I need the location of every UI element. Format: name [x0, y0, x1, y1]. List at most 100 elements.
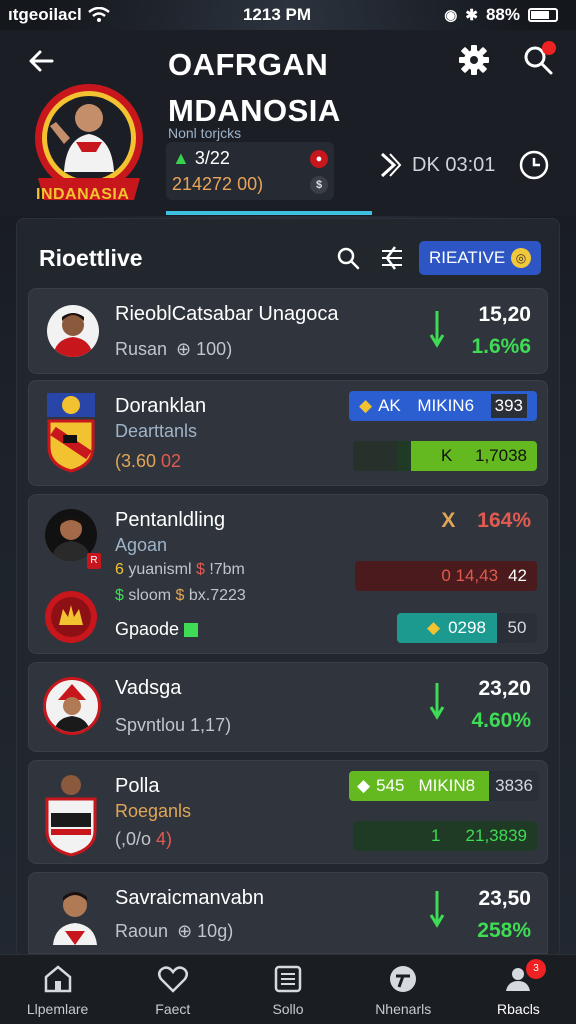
nav-home[interactable]: Llpemlare [0, 955, 115, 1024]
nav-favorites[interactable]: Faect [115, 955, 230, 1024]
player-avatar [43, 677, 101, 735]
player-value: 23,50 [478, 887, 531, 910]
team-name: Polla [115, 775, 160, 797]
odds-teal-text: 0298 [448, 618, 486, 637]
team-sub-2: (3.60 02 [115, 451, 181, 472]
percent-x: X [441, 509, 456, 532]
player-percent: 4.60% [471, 709, 531, 732]
nav-referee-label: Nhenarls [375, 1001, 432, 1017]
extra-label-text: Gpaode [115, 619, 180, 639]
filter-icon[interactable] [379, 245, 405, 271]
back-arrow-icon[interactable] [26, 46, 56, 76]
panel-title: Rioettlive [39, 245, 143, 271]
stat-total: 214272 00) [172, 174, 264, 194]
list-item[interactable]: Savraicmanvabn Raoun ⊕ 10g) 23,50 258% [28, 872, 548, 954]
stat-row-2-a: sloom [128, 587, 172, 604]
diamond-icon: ◆ [357, 776, 371, 795]
share-icon[interactable] [378, 150, 402, 180]
team-title-line1: OAFRGAN [168, 47, 329, 82]
status-right: ◉ ✱ 88% [444, 5, 558, 25]
odds-left-label: AK [378, 396, 401, 415]
team-sub: Dearttanls [115, 421, 198, 441]
odds-left-label: 545 [376, 776, 405, 795]
list-item[interactable]: Polla Roeganls (,0/o 4) ◆ 545 MIKIN8 383… [28, 760, 548, 864]
odds-right: MIKIN8 [418, 776, 476, 795]
nav-home-label: Llpemlare [26, 1001, 89, 1017]
player-name: Pentanldling [115, 509, 226, 531]
odds-green-icon: K [441, 446, 453, 465]
arrow-down-icon [429, 891, 445, 928]
team-crest-graphic [45, 775, 97, 857]
odds-red-val: 42 [508, 566, 527, 585]
team-sub: Roeganls [115, 801, 192, 821]
gear-icon[interactable] [458, 44, 490, 76]
nav-favorites-label: Faect [155, 1001, 191, 1017]
arrow-down-icon [429, 311, 445, 348]
status-left: ıtgeoilacl [8, 5, 110, 25]
coin-icon: $ [310, 176, 328, 194]
player-sub-label: Rusan [115, 339, 168, 359]
green-square-icon [184, 623, 199, 638]
list-icon [274, 965, 302, 993]
extra-label: Gpaode [115, 619, 199, 640]
arrow-up-icon: ▲ [172, 148, 190, 168]
player-avatar-graphic [53, 313, 93, 357]
match-time-text: DK 03:01 [412, 153, 496, 176]
team-sub-2-value: (3.60 [115, 451, 157, 471]
stat-row-2-mid: $ [175, 587, 185, 604]
list-item[interactable]: Vadsga Spvntlou 1,17) 23,20 4.60% [28, 662, 548, 752]
odds-green-value: 1,7038 [475, 446, 527, 465]
realtime-button[interactable]: RIEATIVE ◎ [419, 241, 541, 275]
stat-row-1-b: !7bm [209, 561, 245, 578]
team-logo: INDANASIA [34, 82, 144, 222]
percent-label: X 164% [441, 509, 531, 533]
coin-icon: ◎ [511, 248, 531, 268]
stat-row-2-icon: $ [115, 587, 124, 604]
odds-pill-green[interactable]: ◆ 545 MIKIN8 3836 [349, 771, 539, 801]
odds-pill-red[interactable]: 0 14,43 42 [355, 561, 537, 591]
player-avatar-graphic [53, 892, 97, 945]
team-crest-graphic [47, 393, 95, 473]
red-card-icon: R [87, 553, 101, 569]
battery-percent: 88% [485, 5, 520, 24]
list-item[interactable]: Doranklan Dearttanls (3.60 02 ◆ AK MIKIN… [28, 380, 548, 486]
team-sub-2: (,0/o 4) [115, 829, 172, 850]
panel-search-icon[interactable] [335, 245, 361, 271]
odds-teal-icon: ◆ [427, 618, 441, 637]
ball-icon: ⊕ [176, 339, 192, 359]
bluetooth-icon: ✱ [465, 7, 478, 24]
stat-row-2: $ sloom $ bx.7223 [115, 587, 246, 605]
team-sub-2-red: 02 [161, 451, 182, 471]
odds-green-icon: 1 [431, 826, 441, 845]
wifi-icon [87, 7, 110, 22]
odds-pill-green[interactable]: K 1,7038 [353, 441, 537, 471]
odds-pill-dark-green[interactable]: 1 21,3839 [353, 821, 537, 851]
status-time: 1213 PM [242, 5, 312, 24]
odds-left: ◆ 545 [357, 776, 404, 796]
nav-profile-label: Rbacls [497, 1001, 540, 1017]
list-item[interactable]: R Pentanldling Agoan 6 yuanisml $ !7bm $… [28, 494, 548, 654]
stat-row-1: 6 yuanisml $ !7bm [115, 561, 245, 579]
list-item[interactable]: RieoblCatsabar Unagoca Rusan ⊕ 100) 15,2… [28, 288, 548, 374]
odds-green-value: 21,3839 [465, 826, 527, 845]
stat-row-1-icon: 6 [115, 561, 124, 578]
nav-profile-badge: 3 [526, 959, 547, 979]
odds-right: MIKIN6 [417, 396, 475, 415]
odds-val: 393 [490, 394, 527, 418]
player-name: Vadsga [115, 677, 182, 699]
percent-value: 164% [477, 509, 531, 532]
timer-icon[interactable] [517, 148, 551, 182]
whistle-icon [390, 966, 417, 992]
team-stats-box[interactable]: ▲ 3/22 214272 00) ● $ [166, 142, 334, 200]
heart-icon [157, 966, 188, 993]
match-time: DK 03:01 [378, 148, 551, 182]
team-title: OAFRGAN MDANOSIA [168, 42, 341, 134]
odds-pill-blue[interactable]: ◆ AK MIKIN6 393 [349, 391, 537, 421]
nav-referee[interactable]: Nhenarls [346, 955, 461, 1024]
odds-left: ◆ AK [359, 396, 401, 416]
nav-list[interactable]: Sollo [230, 955, 345, 1024]
team-header: INDANASIA OAFRGAN MDANOSIA Nonl torjcks … [0, 30, 576, 216]
nav-profile[interactable]: 3 Rbacls [461, 955, 576, 1024]
odds-pill-teal[interactable]: ◆ 0298 50 [397, 613, 537, 643]
player-value: 23,20 [478, 677, 531, 700]
